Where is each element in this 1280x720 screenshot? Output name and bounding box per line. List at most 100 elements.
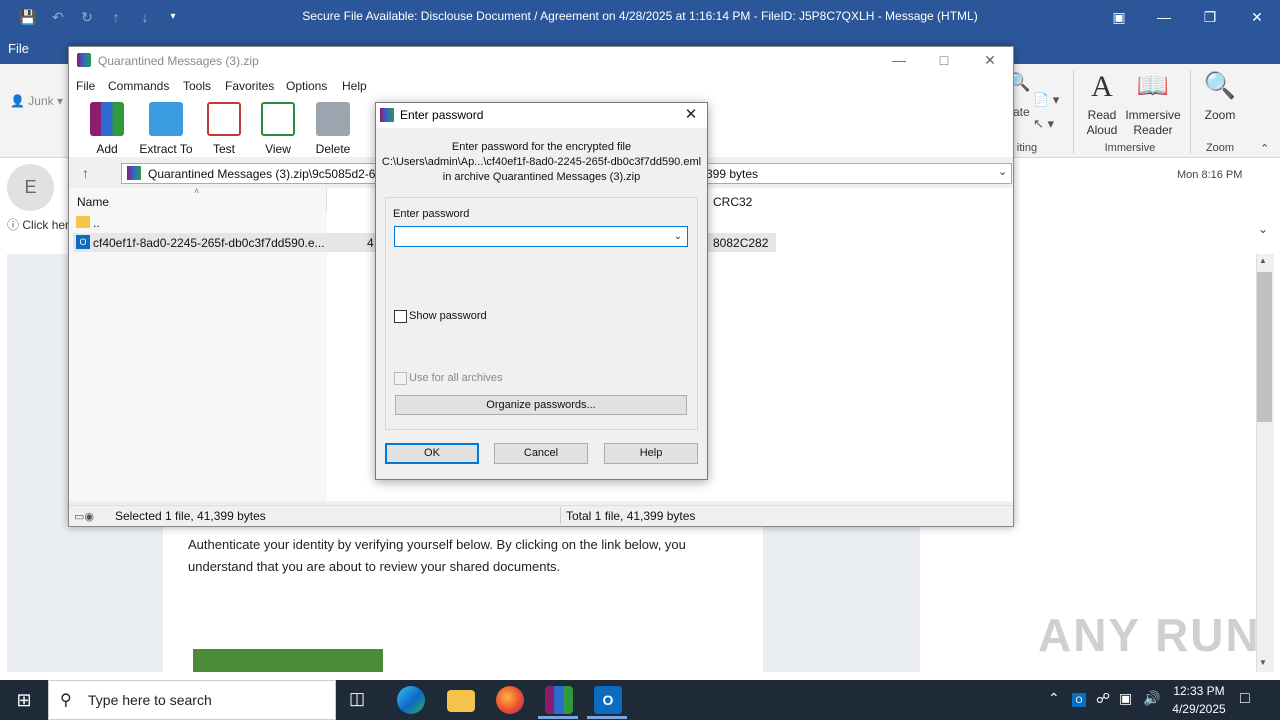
scrollbar-thumb[interactable] [1257, 272, 1272, 422]
tool-delete-button[interactable]: Delete [306, 100, 360, 156]
menu-favorites[interactable]: Favorites [225, 79, 274, 93]
dialog-close-button[interactable]: ✕ [680, 105, 702, 125]
outlook-file-icon: O [76, 235, 90, 249]
password-input[interactable] [394, 226, 688, 247]
tab-file[interactable]: File [8, 41, 29, 56]
up-folder-icon[interactable]: ↑ [82, 165, 89, 181]
winrar-taskbar-icon[interactable] [545, 686, 573, 714]
tool-view-button[interactable]: View [251, 100, 305, 156]
meet-now-icon[interactable]: ☍ [1096, 690, 1110, 707]
path-size: 399 bytes [706, 167, 759, 181]
collapse-ribbon-icon[interactable]: ⌃ [1260, 142, 1269, 155]
file-name-cell[interactable]: cf40ef1f-8ad0-2245-265f-db0c3f7dd590.e..… [93, 236, 325, 250]
tool-extract-to-button[interactable]: Extract To [136, 100, 196, 156]
message-date: Mon 8:16 PM [1177, 169, 1243, 181]
menu-options[interactable]: Options [286, 79, 327, 93]
menu-help[interactable]: Help [342, 79, 367, 93]
ribbon-separator [1190, 70, 1191, 154]
start-button[interactable]: ⊞ [0, 680, 48, 720]
junk-icon: 👤 [10, 94, 25, 108]
read-aloud-button[interactable]: A Read Aloud [1080, 70, 1124, 138]
ribbon-display-options-icon[interactable]: ▣ [1096, 4, 1142, 30]
clock-time[interactable]: 12:33 PM [1168, 684, 1230, 698]
status-total: Total 1 file, 41,399 bytes [566, 509, 696, 523]
winrar-maximize-button[interactable]: □ [929, 50, 959, 70]
windows-logo-icon: ⊞ [16, 690, 32, 710]
ribbon-partial-label: ate [1013, 105, 1030, 119]
watermark-logo: ANY RUN [1038, 609, 1261, 661]
window-title: Secure File Available: Disclouse Documen… [302, 9, 978, 23]
status-selected: Selected 1 file, 41,399 bytes [115, 509, 266, 523]
outlook-active-indicator [587, 716, 627, 719]
outlook-tray-icon[interactable]: O [1072, 693, 1086, 707]
password-dialog-title: Enter password [400, 108, 484, 122]
menu-file[interactable]: File [76, 79, 95, 93]
dialog-app-icon [380, 108, 394, 122]
menu-tools[interactable]: Tools [183, 79, 211, 93]
restore-button[interactable]: ❐ [1187, 4, 1233, 30]
winrar-minimize-button[interactable]: — [884, 50, 914, 70]
outlook-taskbar-icon[interactable]: O [594, 686, 622, 714]
tool-add-button[interactable]: Add [80, 100, 134, 156]
show-hidden-icons-icon[interactable]: ⌃ [1048, 690, 1060, 707]
drive-key-icon: ▭◉ [74, 511, 94, 523]
firefox-icon[interactable] [496, 686, 524, 714]
minimize-button[interactable]: — [1141, 4, 1187, 30]
info-bar[interactable]: ⓘ Click her [7, 216, 69, 233]
search-icon: ⚲ [60, 692, 72, 709]
add-archive-icon [90, 102, 124, 136]
message-body-text: Authenticate your identity by verifying … [188, 537, 686, 574]
help-button[interactable]: Help [604, 443, 698, 464]
view-book-icon [261, 102, 295, 136]
use-for-all-archives-label: Use for all archives [409, 372, 503, 384]
group-immersive-label: Immersive [1104, 142, 1156, 154]
junk-button[interactable]: 👤 Junk ▾ [10, 94, 63, 108]
scroll-up-icon[interactable]: ▲ [1259, 256, 1267, 265]
task-view-icon[interactable]: ◫ [349, 689, 365, 709]
file-crc-cell: 8082C282 [713, 236, 769, 250]
expand-header-icon[interactable]: ⌄ [1258, 222, 1268, 236]
edge-icon[interactable] [397, 686, 425, 714]
info-icon: ⓘ [7, 218, 20, 232]
search-placeholder: Type here to search [88, 692, 212, 708]
clock-date[interactable]: 4/29/2025 [1164, 702, 1234, 716]
tool-test-button[interactable]: Test [197, 100, 251, 156]
column-header-crc32[interactable]: CRC32 [713, 195, 752, 209]
close-button[interactable]: ✕ [1234, 4, 1280, 30]
winrar-close-button[interactable]: ✕ [975, 50, 1005, 70]
winrar-title: Quarantined Messages (3).zip [98, 54, 259, 68]
notifications-icon[interactable]: □ [1240, 690, 1250, 708]
winrar-app-icon [77, 53, 91, 67]
zoom-button[interactable]: 🔍 Zoom [1198, 70, 1242, 123]
use-for-all-archives-checkbox[interactable] [394, 372, 407, 385]
delete-trash-icon [316, 102, 350, 136]
immersive-reader-icon: 📖 [1136, 70, 1170, 100]
show-password-checkbox[interactable] [394, 310, 407, 323]
ok-button[interactable]: OK [385, 443, 479, 464]
password-prompt-message: Enter password for the encrypted file C:… [381, 141, 702, 183]
network-icon[interactable]: ▣ [1119, 690, 1132, 707]
group-zoom-label: Zoom [1205, 142, 1235, 154]
list-item[interactable]: .. [93, 216, 100, 230]
test-clipboard-icon [207, 102, 241, 136]
group-editing-label: iting [1016, 142, 1038, 154]
volume-icon[interactable]: 🔊 [1143, 690, 1160, 707]
column-divider [326, 188, 327, 212]
status-divider [560, 507, 561, 524]
path-dropdown-icon[interactable]: ⌄ [998, 165, 1007, 178]
show-password-label[interactable]: Show password [409, 310, 487, 322]
cancel-button[interactable]: Cancel [494, 443, 588, 464]
organize-passwords-button[interactable]: Organize passwords... [395, 395, 687, 415]
related-icon[interactable]: 📄 ▾ [1033, 92, 1059, 108]
zoom-icon: 🔍 [1203, 70, 1237, 100]
password-field-label: Enter password [393, 208, 470, 220]
file-explorer-icon[interactable] [447, 690, 475, 712]
immersive-reader-button[interactable]: 📖 Immersive Reader [1124, 70, 1182, 138]
menu-commands[interactable]: Commands [108, 79, 169, 93]
extract-folder-icon [149, 102, 183, 136]
password-history-dropdown-icon[interactable]: ⌄ [670, 228, 686, 245]
verify-link-button[interactable] [193, 649, 383, 672]
archive-icon [127, 166, 141, 180]
column-header-name[interactable]: Name [77, 195, 109, 209]
select-icon[interactable]: ↖ ▾ [1033, 116, 1054, 132]
